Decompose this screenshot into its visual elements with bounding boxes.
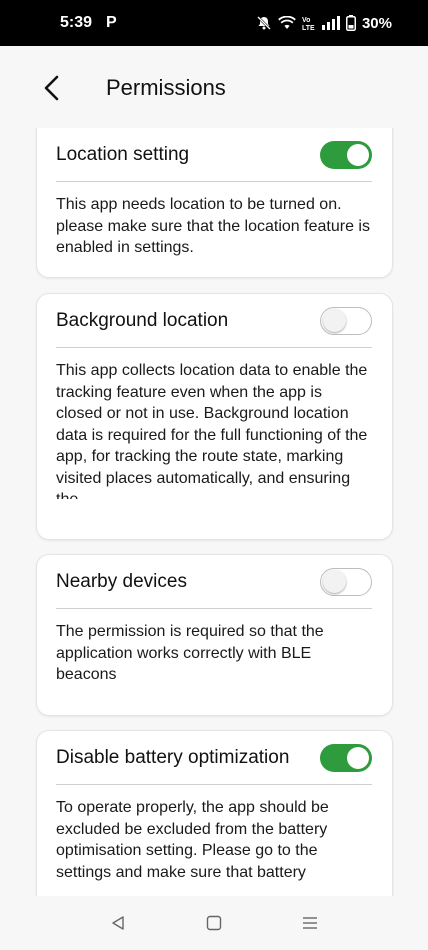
permission-card-background-location: Background location This app collects lo… — [37, 294, 392, 539]
permission-card-location: Location setting This app needs location… — [37, 128, 392, 277]
permission-title: Disable battery optimization — [56, 746, 290, 768]
nav-back-button[interactable] — [98, 903, 138, 943]
battery-optimization-toggle[interactable] — [320, 743, 372, 772]
permission-description: This app needs location to be turned on.… — [56, 196, 370, 256]
permission-card-nearby-devices: Nearby devices The permission is require… — [37, 555, 392, 715]
permission-title: Background location — [56, 309, 229, 331]
battery-icon — [345, 15, 356, 31]
system-nav-bar — [0, 896, 428, 950]
mute-icon — [256, 15, 272, 31]
battery-percent: 30% — [361, 14, 392, 32]
notification-p-icon: P — [106, 14, 117, 31]
permission-title: Nearby devices — [56, 570, 187, 592]
background-location-toggle[interactable] — [320, 306, 372, 335]
permission-description: To operate properly, the app should be e… — [56, 799, 329, 881]
nav-home-button[interactable] — [194, 903, 234, 943]
app-bar: Permissions — [0, 46, 428, 130]
status-bar: 5:39 P Vo LTE 30% — [0, 0, 428, 46]
permission-card-battery-optimization: Disable battery optimization To operate … — [37, 731, 392, 896]
permission-title: Location setting — [56, 143, 190, 165]
volte-icon: Vo LTE — [302, 15, 316, 31]
permission-description: The permission is required so that the a… — [56, 623, 324, 683]
svg-text:LTE: LTE — [302, 25, 315, 31]
svg-text:Vo: Vo — [302, 17, 310, 24]
nearby-devices-toggle[interactable] — [320, 567, 372, 596]
location-setting-toggle[interactable] — [320, 140, 372, 169]
permissions-list[interactable]: Location setting This app needs location… — [0, 128, 428, 896]
permission-description: This app collects location data to enabl… — [56, 362, 368, 499]
status-time: 5:39 — [60, 14, 93, 31]
back-triangle-icon — [112, 916, 124, 930]
page-title: Permissions — [106, 75, 226, 100]
wifi-icon — [278, 16, 296, 30]
nav-recents-button[interactable] — [290, 903, 330, 943]
back-arrow-icon — [44, 75, 59, 101]
home-square-icon — [206, 915, 222, 931]
recents-menu-icon — [303, 917, 317, 929]
signal-icon — [321, 16, 340, 30]
back-button[interactable] — [22, 58, 82, 118]
